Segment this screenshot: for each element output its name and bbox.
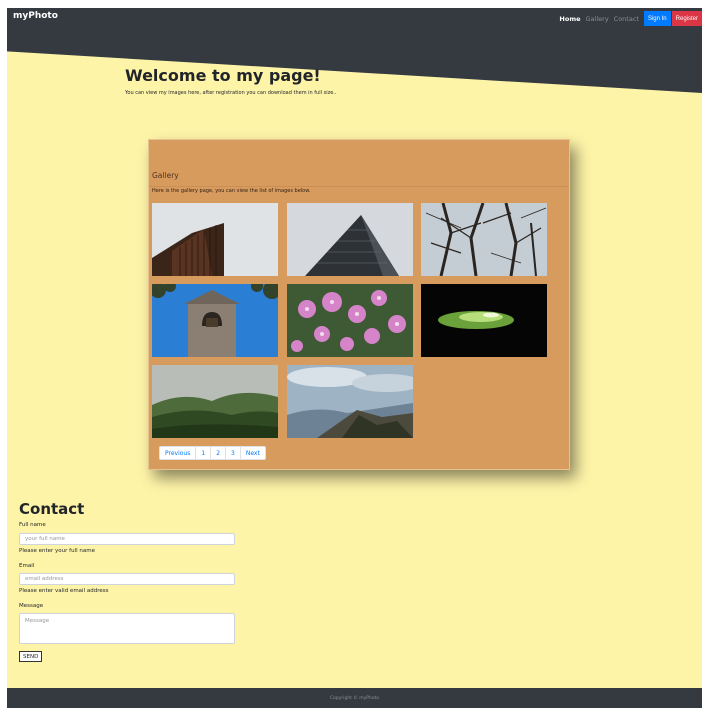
gallery-image-moss[interactable] xyxy=(421,284,547,357)
page: myPhoto Home Gallery Contact Sign In Reg… xyxy=(7,8,702,708)
nav-home-link[interactable]: Home xyxy=(559,15,580,23)
nav-contact-link[interactable]: Contact xyxy=(614,15,639,23)
gallery-image-building[interactable] xyxy=(152,203,278,276)
email-field[interactable] xyxy=(19,573,235,585)
hero-subtitle: You can view my images here, after regis… xyxy=(125,90,337,96)
gallery-image-flowers[interactable] xyxy=(287,284,413,357)
gallery-card: Gallery Here is the gallery page, you ca… xyxy=(148,139,570,470)
contact-title: Contact xyxy=(19,500,85,518)
gallery-divider xyxy=(149,186,569,187)
message-label: Message xyxy=(19,603,44,609)
brand-link[interactable]: myPhoto xyxy=(13,11,58,21)
gallery-image-forest[interactable] xyxy=(152,365,278,438)
sign-in-button[interactable]: Sign In xyxy=(643,11,671,26)
gallery-description: Here is the gallery page, you can view t… xyxy=(152,188,311,194)
register-button[interactable]: Register xyxy=(671,11,702,26)
pagination-page-1[interactable]: 1 xyxy=(196,447,212,459)
email-label: Email xyxy=(19,563,35,569)
pagination-previous[interactable]: Previous xyxy=(160,447,197,459)
fullname-help: Please enter your full name xyxy=(19,548,95,554)
fullname-label: Full name xyxy=(19,522,46,528)
header-slant-band xyxy=(7,29,702,93)
message-field[interactable] xyxy=(19,613,235,644)
footer-copyright: Copyright © myPhoto xyxy=(329,695,380,701)
email-help: Please enter valid email address xyxy=(19,588,109,594)
nav-gallery-link[interactable]: Gallery xyxy=(586,15,609,23)
gallery-image-trees[interactable] xyxy=(421,203,547,276)
gallery-image-mountains[interactable] xyxy=(287,365,413,438)
nav-links: Home Gallery Contact Sign In Register xyxy=(559,8,702,29)
gallery-title: Gallery xyxy=(152,171,179,180)
hero-title: Welcome to my page! xyxy=(125,66,321,85)
fullname-field[interactable] xyxy=(19,533,235,545)
gallery-pagination: Previous 1 2 3 Next xyxy=(159,446,266,460)
footer: Copyright © myPhoto xyxy=(7,688,702,708)
gallery-image-skyscraper[interactable] xyxy=(287,203,413,276)
navbar: myPhoto Home Gallery Contact Sign In Reg… xyxy=(7,8,702,29)
pagination-next[interactable]: Next xyxy=(241,447,265,459)
pagination-page-2[interactable]: 2 xyxy=(211,447,227,459)
send-button[interactable]: SEND xyxy=(19,651,43,662)
pagination-page-3[interactable]: 3 xyxy=(226,447,241,459)
gallery-image-bell-tower[interactable] xyxy=(152,284,278,357)
